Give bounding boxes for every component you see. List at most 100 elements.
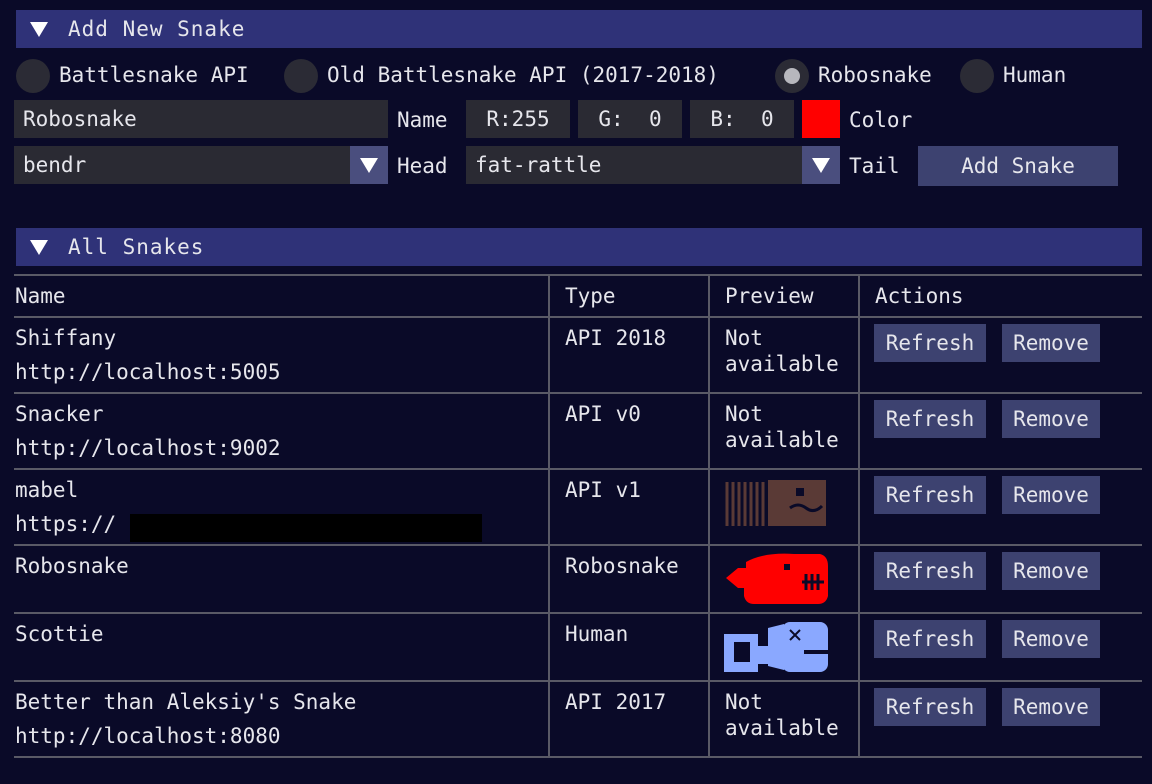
snake-url: https://	[15, 512, 117, 536]
preview-unavailable-line1: Not	[725, 326, 763, 350]
refresh-button-label: Refresh	[885, 483, 975, 507]
remove-button-label: Remove	[1013, 695, 1089, 719]
radio-robosnake[interactable]	[775, 59, 809, 93]
radio-label-robosnake: Robosnake	[818, 63, 932, 87]
table-divider	[14, 468, 1142, 470]
color-label: Color	[849, 108, 913, 132]
snake-type: API v1	[565, 478, 641, 502]
snake-preview-icon	[725, 480, 826, 526]
remove-button-label: Remove	[1013, 407, 1089, 431]
all-snakes-header[interactable]: All Snakes	[16, 228, 1142, 266]
snake-type: Robosnake	[565, 554, 679, 578]
green-channel-input[interactable]: G: 0	[578, 100, 682, 138]
color-swatch[interactable]	[802, 100, 840, 138]
column-divider	[708, 274, 710, 758]
name-input-value: Robosnake	[23, 107, 137, 131]
preview-unavailable-line2: available	[725, 352, 839, 376]
column-header-name: Name	[15, 284, 66, 308]
preview-unavailable-line1: Not	[725, 690, 763, 714]
refresh-button-label: Refresh	[885, 407, 975, 431]
column-header-actions: Actions	[875, 284, 964, 308]
remove-button-label: Remove	[1013, 559, 1089, 583]
name-label: Name	[397, 108, 448, 132]
head-label: Head	[397, 154, 448, 178]
head-select-value: bendr	[23, 153, 87, 177]
refresh-button-label: Refresh	[885, 627, 975, 651]
add-new-snake-header[interactable]: Add New Snake	[16, 10, 1142, 48]
add-snake-button[interactable]: Add Snake	[918, 146, 1118, 186]
redacted-url	[130, 514, 482, 542]
table-divider	[14, 680, 1142, 682]
refresh-button[interactable]: Refresh	[874, 400, 986, 438]
name-input[interactable]: Robosnake	[14, 100, 388, 138]
table-divider	[14, 392, 1142, 394]
preview-unavailable-line1: Not	[725, 402, 763, 426]
snake-name: Robosnake	[15, 554, 129, 578]
radio-label-battlesnake-api: Battlesnake API	[59, 63, 249, 87]
refresh-button[interactable]: Refresh	[874, 476, 986, 514]
refresh-button-label: Refresh	[885, 331, 975, 355]
remove-button[interactable]: Remove	[1002, 324, 1100, 362]
snake-name: Better than Aleksiy's Snake	[15, 690, 357, 714]
head-dropdown-arrow-icon[interactable]	[350, 146, 388, 184]
tail-select[interactable]: fat-rattle	[466, 146, 802, 184]
table-divider	[14, 612, 1142, 614]
refresh-button[interactable]: Refresh	[874, 552, 986, 590]
table-border	[14, 756, 1142, 758]
remove-button[interactable]: Remove	[1002, 400, 1100, 438]
tail-dropdown-arrow-icon[interactable]	[802, 146, 840, 184]
remove-button-label: Remove	[1013, 483, 1089, 507]
snake-name: mabel	[15, 478, 79, 502]
preview-unavailable-line2: available	[725, 716, 839, 740]
refresh-button-label: Refresh	[885, 559, 975, 583]
radio-old-battlesnake-api[interactable]	[284, 59, 318, 93]
radio-label-old-battlesnake-api: Old Battlesnake API (2017-2018)	[327, 63, 719, 87]
snake-preview-icon	[724, 622, 828, 672]
snake-preview-icon	[726, 553, 828, 604]
table-divider	[14, 316, 1142, 318]
snake-name: Shiffany	[15, 326, 117, 350]
blue-channel-value: B: 0	[710, 107, 774, 131]
refresh-button[interactable]: Refresh	[874, 688, 986, 726]
remove-button[interactable]: Remove	[1002, 552, 1100, 590]
remove-button[interactable]: Remove	[1002, 620, 1100, 658]
radio-label-human: Human	[1003, 63, 1067, 87]
column-divider	[858, 274, 860, 758]
snake-type: API 2017	[565, 690, 667, 714]
refresh-button[interactable]: Refresh	[874, 324, 986, 362]
snake-url: http://localhost:8080	[15, 724, 281, 748]
radio-battlesnake-api[interactable]	[16, 59, 50, 93]
table-border	[14, 274, 1142, 276]
remove-button[interactable]: Remove	[1002, 476, 1100, 514]
remove-button-label: Remove	[1013, 331, 1089, 355]
collapse-arrow-icon	[30, 239, 48, 255]
snake-name: Scottie	[15, 622, 104, 646]
snake-type: API 2018	[565, 326, 667, 350]
snake-name: Snacker	[15, 402, 104, 426]
radio-human[interactable]	[960, 59, 994, 93]
snake-url: http://localhost:5005	[15, 360, 281, 384]
tail-label: Tail	[849, 154, 900, 178]
collapse-arrow-icon	[30, 21, 48, 37]
section-title: Add New Snake	[68, 17, 246, 41]
red-channel-input[interactable]: R:255	[466, 100, 570, 138]
green-channel-value: G: 0	[598, 107, 662, 131]
preview-unavailable-line2: available	[725, 428, 839, 452]
red-channel-value: R:255	[486, 107, 550, 131]
refresh-button-label: Refresh	[885, 695, 975, 719]
snake-url: http://localhost:9002	[15, 436, 281, 460]
column-header-preview: Preview	[725, 284, 814, 308]
tail-select-value: fat-rattle	[475, 153, 602, 177]
blue-channel-input[interactable]: B: 0	[690, 100, 794, 138]
add-snake-button-label: Add Snake	[961, 154, 1075, 178]
column-divider	[548, 274, 550, 758]
snake-type: API v0	[565, 402, 641, 426]
remove-button-label: Remove	[1013, 627, 1089, 651]
remove-button[interactable]: Remove	[1002, 688, 1100, 726]
refresh-button[interactable]: Refresh	[874, 620, 986, 658]
head-select[interactable]: bendr	[14, 146, 350, 184]
section-title: All Snakes	[68, 235, 205, 259]
table-divider	[14, 544, 1142, 546]
snake-type: Human	[565, 622, 629, 646]
column-header-type: Type	[565, 284, 616, 308]
